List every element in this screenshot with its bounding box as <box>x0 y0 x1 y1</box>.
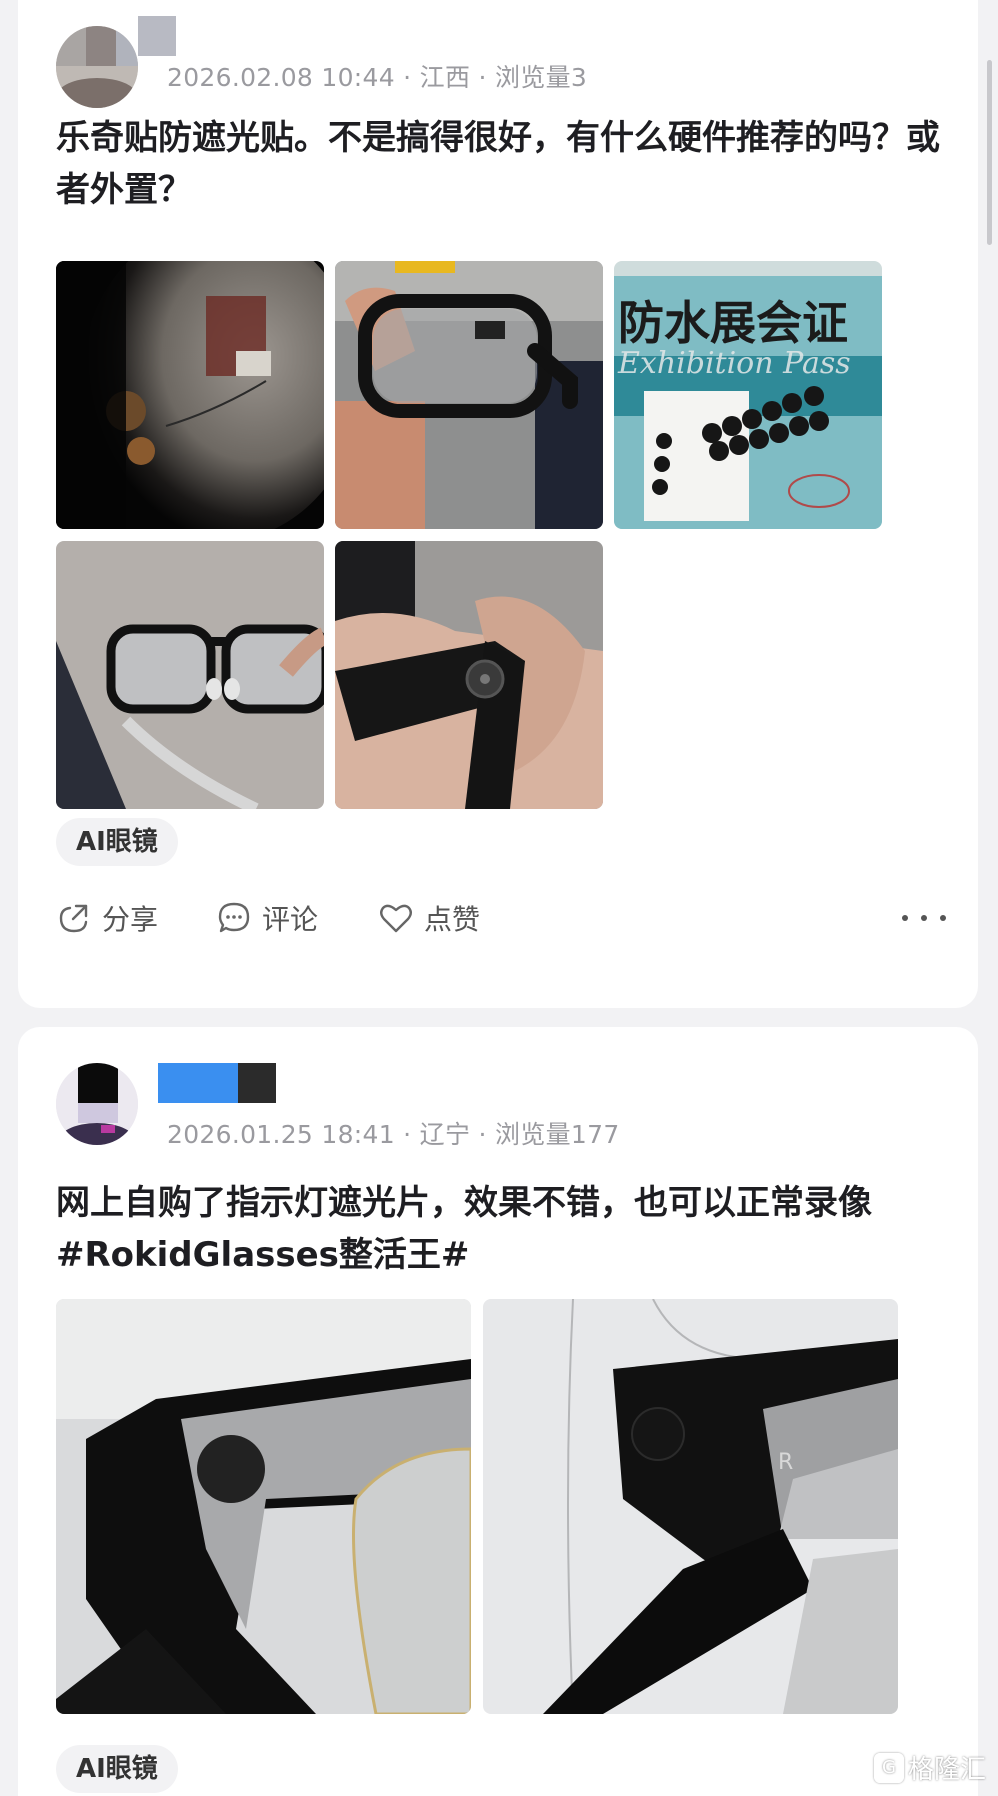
username-blurred <box>138 16 198 56</box>
post-text: 网上自购了指示灯遮光片，效果不错，也可以正常录像 #RokidGlasses整活… <box>56 1183 872 1275</box>
user-avatar[interactable] <box>56 1063 138 1145</box>
username-blurred <box>158 1063 278 1103</box>
comment-label: 评论 <box>262 903 319 936</box>
watermark-text: 格隆汇 <box>907 1755 986 1785</box>
pass-title: 防水展会证 <box>618 296 848 350</box>
like-button[interactable]: 点赞 <box>378 894 480 942</box>
topic-tag[interactable]: AI眼镜 <box>56 818 178 866</box>
post-card[interactable]: 2026.02.08 10:44 · 江西 · 浏览量3 乐奇贴防遮光贴。不是搞… <box>18 0 978 1008</box>
like-label: 点赞 <box>424 903 481 936</box>
share-label: 分享 <box>102 903 159 936</box>
frame-mark: R <box>778 1450 793 1475</box>
more-options-icon[interactable] <box>902 898 946 938</box>
post-meta: 2026.02.08 10:44 · 江西 · 浏览量3 <box>167 63 588 92</box>
stickers-on-pass-photo[interactable]: 防水展会证 Exhibition Pass <box>614 261 882 529</box>
scrollbar[interactable] <box>987 60 992 245</box>
post-text: 乐奇贴防遮光贴。不是搞得很好，有什么硬件推荐的吗？或者外置？ <box>56 118 940 210</box>
glasses-camera-closeup-photo[interactable] <box>335 541 603 809</box>
post-actions: 分享 评论 点赞 <box>56 894 946 942</box>
comment-button[interactable]: 评论 <box>216 894 318 942</box>
dark-warehouse-photo[interactable] <box>56 261 324 529</box>
share-icon <box>59 904 88 933</box>
post-feed: 2026.02.08 10:44 · 江西 · 浏览量3 乐奇贴防遮光贴。不是搞… <box>0 0 998 1796</box>
glasses-front-photo[interactable] <box>56 541 324 809</box>
frame-with-sticker-photo[interactable] <box>56 1299 471 1714</box>
post-card[interactable]: 2026.01.25 18:41 · 辽宁 · 浏览量177 网上自购了指示灯遮… <box>18 1027 978 1796</box>
glasses-in-hand-photo[interactable] <box>335 261 603 529</box>
pass-subtitle: Exhibition Pass <box>617 346 851 381</box>
watermark-logo-icon: G <box>873 1752 904 1783</box>
frame-camera-photo[interactable]: R <box>483 1299 898 1714</box>
topic-tag[interactable]: AI眼镜 <box>56 1745 178 1793</box>
share-button[interactable]: 分享 <box>56 894 158 942</box>
watermark: G 格隆汇 <box>873 1749 986 1786</box>
user-avatar[interactable] <box>56 26 138 108</box>
comment-icon <box>218 902 250 933</box>
post-meta: 2026.01.25 18:41 · 辽宁 · 浏览量177 <box>167 1120 620 1149</box>
heart-icon <box>380 904 412 933</box>
